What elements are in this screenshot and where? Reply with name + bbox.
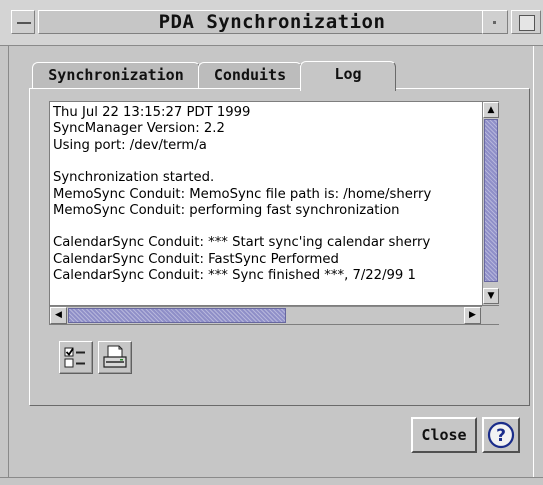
log-line: Using port: /dev/term/a bbox=[53, 137, 207, 153]
log-text-area[interactable]: Thu Jul 22 13:15:27 PDT 1999 SyncManager… bbox=[50, 102, 482, 305]
tab-synchronization[interactable]: Synchronization bbox=[32, 62, 200, 88]
horizontal-scroll-thumb[interactable] bbox=[68, 308, 286, 323]
printer-icon bbox=[103, 345, 127, 368]
title-area[interactable]: PDA Synchronization bbox=[38, 10, 506, 34]
scroll-down-arrow-icon[interactable]: ▼ bbox=[483, 288, 499, 304]
log-line: CalendarSync Conduit: *** Sync finished … bbox=[53, 268, 416, 284]
scroll-up-arrow-icon[interactable]: ▲ bbox=[483, 102, 499, 118]
window-frame-bottom bbox=[0, 477, 543, 485]
svg-text:?: ? bbox=[496, 426, 506, 446]
log-line: MemoSync Conduit: performing fast synchr… bbox=[53, 202, 400, 218]
log-line: CalendarSync Conduit: *** Start sync'ing… bbox=[53, 235, 431, 251]
scroll-left-arrow-icon[interactable]: ◀ bbox=[50, 307, 67, 324]
help-question-icon: ? bbox=[487, 421, 515, 449]
help-button[interactable]: ? bbox=[482, 417, 520, 453]
scroll-right-arrow-icon[interactable]: ▶ bbox=[464, 307, 481, 324]
tab-conduits[interactable]: Conduits bbox=[198, 62, 302, 88]
select-all-button[interactable] bbox=[59, 341, 93, 374]
maximize-button[interactable] bbox=[511, 10, 541, 34]
window-menu-button[interactable] bbox=[11, 10, 35, 34]
log-line: Thu Jul 22 13:15:27 PDT 1999 bbox=[53, 105, 251, 120]
tab-log[interactable]: Log bbox=[300, 61, 396, 91]
log-line: Synchronization started. bbox=[53, 170, 215, 186]
log-line: CalendarSync Conduit: FastSync Performed bbox=[53, 251, 339, 267]
log-line: SyncManager Version: 2.2 bbox=[53, 121, 225, 137]
window-title: PDA Synchronization bbox=[158, 11, 386, 33]
horizontal-scrollbar[interactable]: ◀ ▶ bbox=[50, 306, 482, 324]
window-frame-left bbox=[0, 46, 9, 485]
vertical-scrollbar[interactable]: ▲ ▼ bbox=[482, 102, 499, 305]
vertical-scroll-thumb[interactable] bbox=[484, 119, 498, 282]
select-all-icon bbox=[64, 347, 85, 368]
scrollbar-corner bbox=[482, 306, 499, 324]
minimize-button[interactable] bbox=[482, 10, 508, 34]
close-button[interactable]: Close bbox=[411, 417, 477, 453]
print-button[interactable] bbox=[98, 341, 132, 374]
window-frame-right bbox=[533, 46, 543, 485]
log-line: MemoSync Conduit: MemoSync file path is:… bbox=[53, 186, 432, 202]
